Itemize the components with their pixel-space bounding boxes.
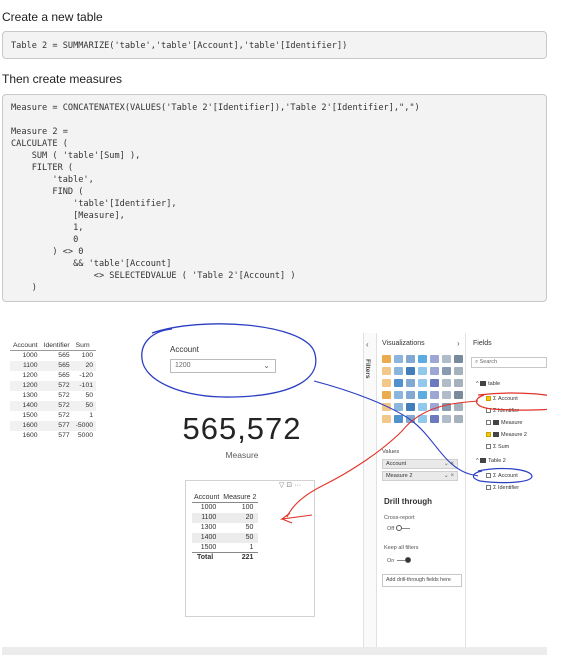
heading-create-measures: Then create measures — [2, 72, 123, 86]
code-block-measures: Measure = CONCATENATEX(VALUES('Table 2'[… — [2, 94, 547, 302]
annotation-red-oval — [475, 392, 547, 411]
annotation-blue-line — [313, 380, 479, 477]
powerbi-screenshot: Account Identifier Sum 1000 565 100 1100 56… — [2, 311, 547, 655]
code-block-summarize: Table 2 = SUMMARIZE('table','table'[Acco… — [2, 31, 547, 59]
heading-create-table: Create a new table — [2, 10, 103, 24]
annotation-red-line — [286, 400, 479, 518]
annotation-blue-circle — [141, 323, 317, 398]
annotation-blue-oval — [472, 467, 533, 484]
annotation-red-arrow — [279, 512, 313, 524]
annotation-overlay — [141, 323, 547, 524]
